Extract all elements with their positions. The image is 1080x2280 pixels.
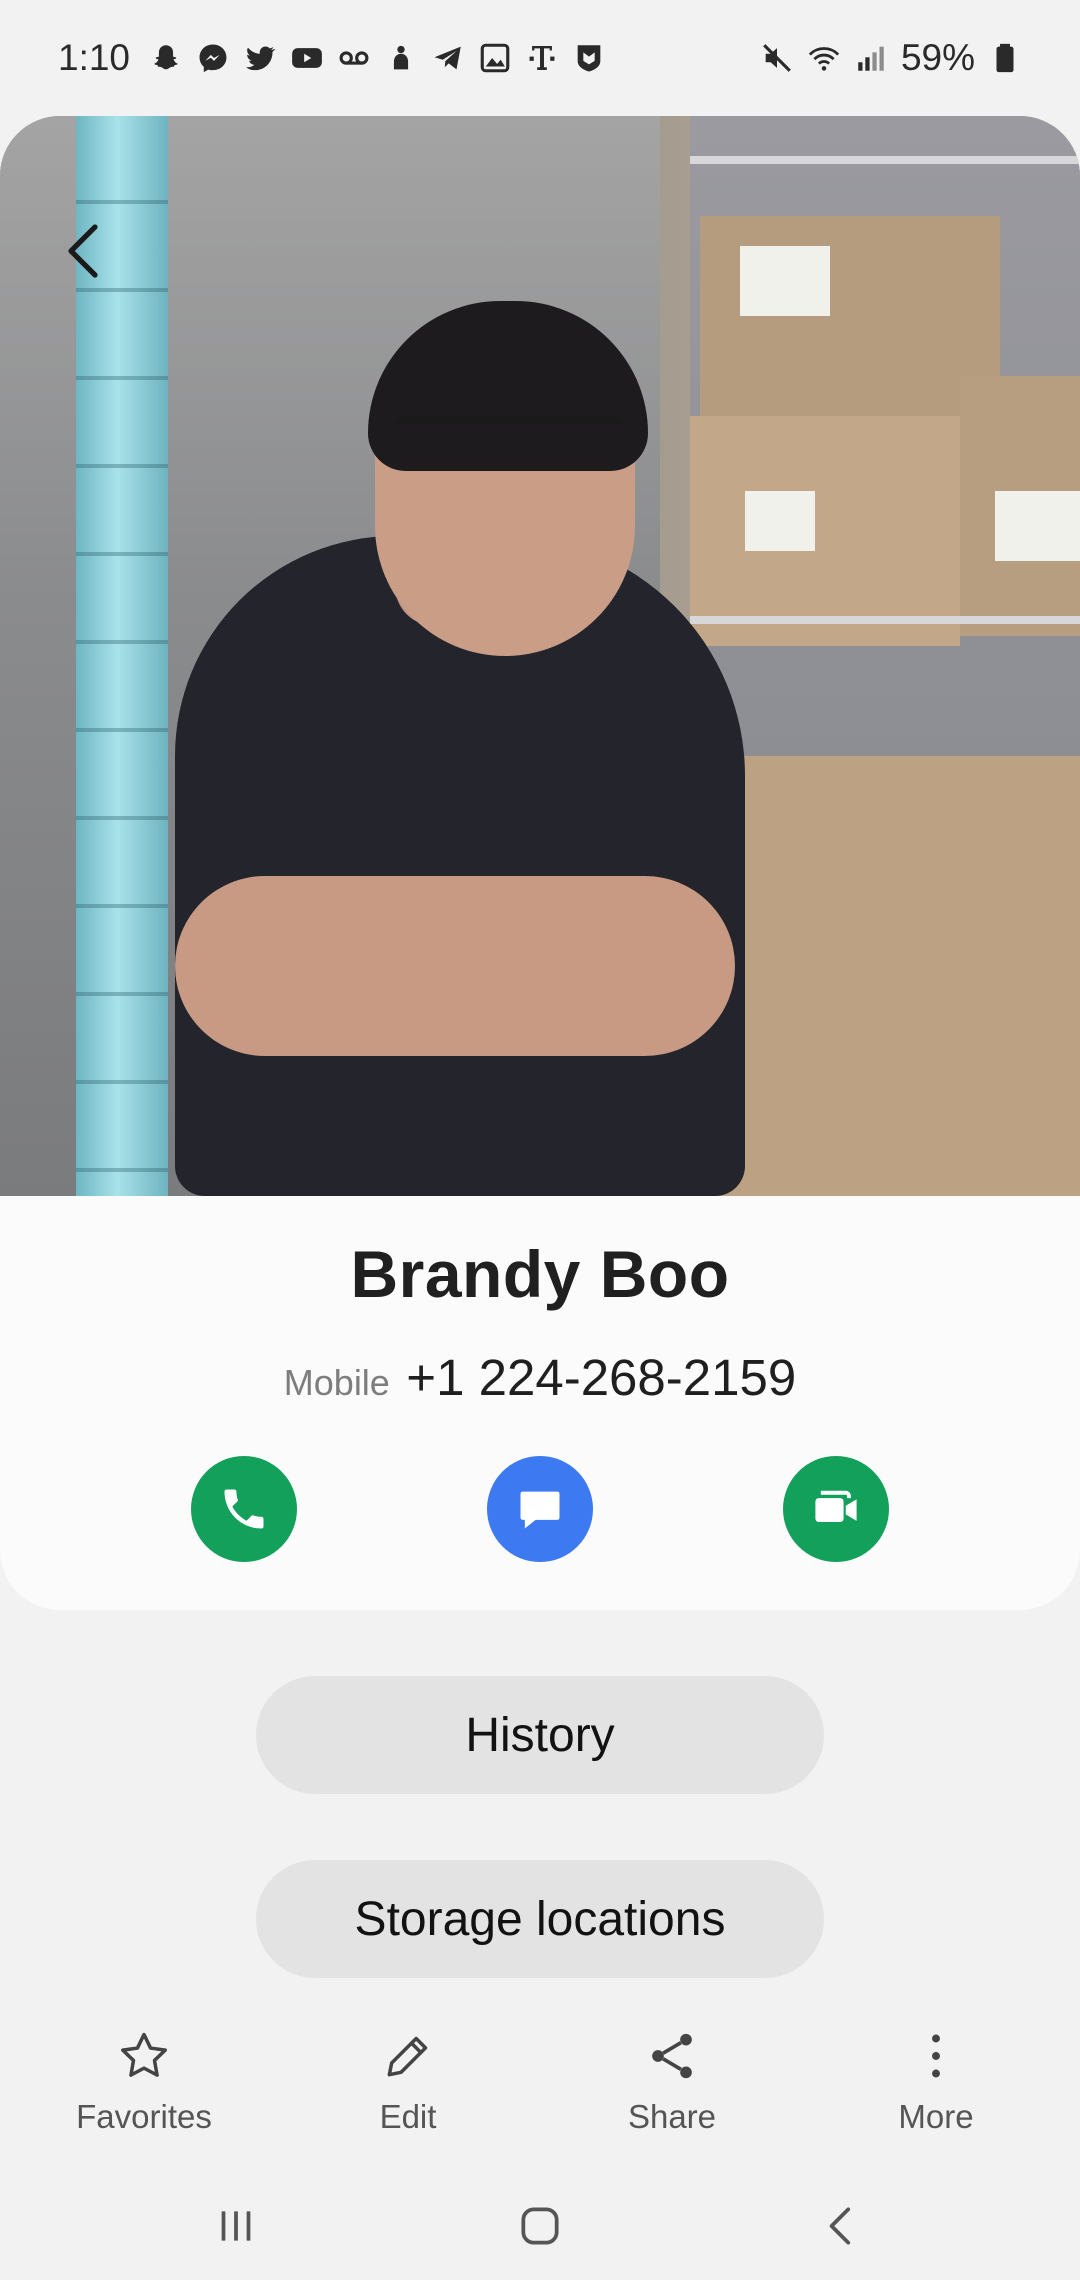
favorites-button[interactable]: Favorites	[44, 2018, 244, 2158]
photo-box-label	[995, 491, 1080, 561]
back-icon	[829, 2207, 851, 2245]
messenger-icon	[196, 41, 230, 75]
status-bar: 1:10 59%	[0, 0, 1080, 116]
status-right: 59%	[760, 37, 1022, 79]
more-button[interactable]: More	[836, 2018, 1036, 2158]
phone-number[interactable]: +1 224-268-2159	[406, 1349, 796, 1406]
share-label: Share	[627, 2098, 717, 2135]
recents-icon	[221, 2211, 251, 2241]
chevron-left-icon	[68, 224, 98, 278]
photo-shelf-wire	[690, 156, 1080, 164]
contact-photo[interactable]	[0, 116, 1080, 1196]
message-icon	[520, 1491, 560, 1529]
photo-person-glasses	[395, 416, 625, 484]
twitter-icon	[243, 41, 277, 75]
share-button[interactable]: Share	[572, 2018, 772, 2158]
video-call-icon	[815, 1490, 857, 1522]
message-button[interactable]	[487, 1456, 593, 1562]
gallery-icon	[478, 41, 512, 75]
phone-line[interactable]: Mobile +1 224-268-2159	[0, 1348, 1080, 1407]
telegram-icon	[431, 41, 465, 75]
snapchat-icon	[149, 41, 183, 75]
contact-name: Brandy Boo	[350, 1237, 730, 1311]
contact-card: Brandy Boo Mobile +1 224-268-2159	[0, 116, 1080, 1610]
call-button[interactable]	[191, 1456, 297, 1562]
more-label: More	[898, 2098, 974, 2135]
photo-person-arm	[175, 876, 735, 1056]
battery-percent: 59%	[900, 37, 975, 78]
shield-app-icon	[572, 41, 606, 75]
bottom-toolbar: Favorites Edit Share More	[0, 2018, 1080, 2158]
photo-box-label	[745, 491, 815, 551]
history-button[interactable]: History	[256, 1676, 824, 1794]
tmobile-icon	[525, 41, 559, 75]
phone-icon	[224, 1489, 264, 1529]
favorites-label: Favorites	[76, 2098, 212, 2135]
wifi-icon	[807, 41, 841, 75]
app-icon	[384, 41, 418, 75]
status-left: 1:10	[58, 37, 606, 79]
status-time: 1:10	[58, 37, 131, 78]
mute-icon	[760, 41, 794, 75]
share-icon	[652, 2033, 692, 2079]
phone-label: Mobile	[283, 1362, 390, 1403]
signal-icon	[854, 41, 888, 75]
navigation-bar	[0, 2170, 1080, 2280]
photo-box-label	[740, 246, 830, 316]
home-icon	[521, 2207, 559, 2245]
photo-shelf-wire	[690, 616, 1080, 624]
video-call-button[interactable]	[783, 1456, 889, 1562]
voicemail-icon	[337, 41, 371, 75]
system-back-button[interactable]	[812, 2196, 872, 2256]
more-vertical-icon	[932, 2034, 940, 2078]
recents-button[interactable]	[206, 2196, 266, 2256]
edit-button[interactable]: Edit	[308, 2018, 508, 2158]
edit-label: Edit	[379, 2098, 437, 2135]
photo-box	[690, 416, 960, 646]
pencil-icon	[387, 2036, 428, 2077]
star-icon	[121, 2032, 167, 2077]
youtube-icon	[290, 41, 324, 75]
back-button[interactable]	[58, 216, 108, 286]
storage-locations-button[interactable]: Storage locations	[256, 1860, 824, 1978]
home-button[interactable]	[510, 2196, 570, 2256]
battery-icon	[988, 41, 1022, 75]
